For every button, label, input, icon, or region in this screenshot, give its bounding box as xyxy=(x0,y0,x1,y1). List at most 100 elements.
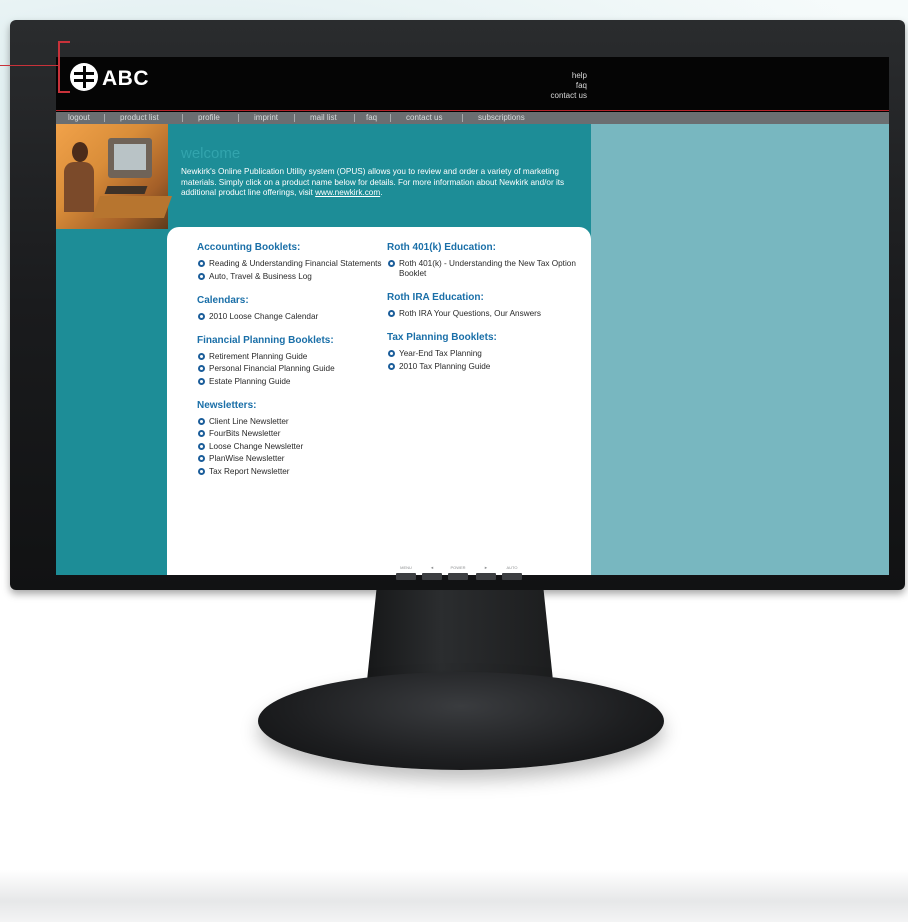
product-link[interactable]: Roth 401(k) - Understanding the New Tax … xyxy=(387,259,577,279)
monitor-button[interactable] xyxy=(502,573,522,580)
product-label[interactable]: Client Line Newsletter xyxy=(209,417,289,426)
bullet-arrow-icon xyxy=(198,417,205,425)
bullet-arrow-icon xyxy=(388,350,395,357)
monitor-auto-control[interactable]: AUTO xyxy=(501,565,523,580)
contact-us-link[interactable]: contact us xyxy=(551,91,587,101)
monitor-power-control[interactable]: POWER xyxy=(447,565,469,580)
header-divider xyxy=(56,110,889,111)
right-panel xyxy=(591,124,889,575)
bullet-arrow-icon xyxy=(388,260,395,267)
product-list: Roth 401(k) - Understanding the New Tax … xyxy=(387,259,577,279)
product-label[interactable]: Roth 401(k) - Understanding the New Tax … xyxy=(399,259,576,278)
product-link[interactable]: 2010 Loose Change Calendar xyxy=(197,312,387,322)
product-label[interactable]: 2010 Tax Planning Guide xyxy=(399,362,490,371)
product-label[interactable]: Personal Financial Planning Guide xyxy=(209,364,335,373)
product-link[interactable]: FourBits Newsletter xyxy=(197,429,387,439)
control-label: ► xyxy=(484,565,488,570)
catalog-right-column: Roth 401(k) Education: Roth 401(k) - Und… xyxy=(387,242,577,385)
control-label: ◄ xyxy=(430,565,434,570)
nav-subscriptions[interactable]: subscriptions xyxy=(478,112,525,124)
product-label[interactable]: Loose Change Newsletter xyxy=(209,442,303,451)
section-title: Roth IRA Education: xyxy=(387,292,484,303)
abc-logo-icon xyxy=(70,63,98,91)
site-header: ABC help faq contact us xyxy=(56,57,889,110)
section-title: Financial Planning Booklets: xyxy=(197,334,334,346)
nav-separator xyxy=(238,114,239,122)
bullet-arrow-icon xyxy=(198,377,205,385)
welcome-heading: welcome xyxy=(181,145,241,162)
product-list: Retirement Planning Guide Personal Finan… xyxy=(197,352,387,387)
help-link[interactable]: help xyxy=(551,71,587,81)
nav-faq[interactable]: faq xyxy=(366,112,377,124)
monitor-left-control[interactable]: ◄ xyxy=(421,565,443,580)
product-label[interactable]: PlanWise Newsletter xyxy=(209,454,285,463)
monitor-stand-base xyxy=(258,672,664,770)
monitor-right-control[interactable]: ► xyxy=(475,565,497,580)
bullet-arrow-icon xyxy=(198,260,205,267)
product-list: Reading & Understanding Financial Statem… xyxy=(197,259,387,282)
nav-mail-list[interactable]: mail list xyxy=(310,112,337,124)
control-label: AUTO xyxy=(506,565,518,570)
monitor-bezel: ABC help faq contact us logout product l… xyxy=(10,20,905,590)
bullet-arrow-icon xyxy=(198,272,205,280)
product-link[interactable]: PlanWise Newsletter xyxy=(197,454,387,464)
monitor-button[interactable] xyxy=(422,573,442,580)
welcome-intro: Newkirk's Online Publication Utility sys… xyxy=(181,167,581,199)
product-label[interactable]: Year-End Tax Planning xyxy=(399,349,482,358)
product-link[interactable]: Reading & Understanding Financial Statem… xyxy=(197,259,387,269)
main-nav: logout product list profile imprint mail… xyxy=(56,112,889,124)
bullet-arrow-icon xyxy=(198,365,205,372)
faq-link[interactable]: faq xyxy=(551,81,587,91)
section-title: Accounting Booklets: xyxy=(197,242,301,253)
bullet-arrow-icon xyxy=(198,352,205,360)
floor-reflection xyxy=(0,870,908,922)
product-label[interactable]: Estate Planning Guide xyxy=(209,377,290,386)
section-title: Newsletters: xyxy=(197,399,257,411)
nav-separator xyxy=(390,114,391,122)
nav-contact-us[interactable]: contact us xyxy=(406,112,442,124)
product-link[interactable]: Auto, Travel & Business Log xyxy=(197,272,387,282)
product-link[interactable]: Tax Report Newsletter xyxy=(197,467,387,477)
product-list: Roth IRA Your Questions, Our Answers xyxy=(387,309,577,319)
product-label[interactable]: Tax Report Newsletter xyxy=(209,467,290,476)
product-label[interactable]: 2010 Loose Change Calendar xyxy=(209,312,318,321)
control-label: MENU xyxy=(400,565,412,570)
section-title: Tax Planning Booklets: xyxy=(387,332,497,343)
product-label[interactable]: Roth IRA Your Questions, Our Answers xyxy=(399,309,541,318)
product-label[interactable]: Retirement Planning Guide xyxy=(209,352,307,361)
monitor-menu-control[interactable]: MENU xyxy=(395,565,417,580)
product-catalog-card: Accounting Booklets: Reading & Understan… xyxy=(167,227,591,575)
bullet-arrow-icon xyxy=(198,442,205,450)
monitor-button[interactable] xyxy=(396,573,416,580)
bullet-arrow-icon xyxy=(388,362,395,370)
product-label[interactable]: FourBits Newsletter xyxy=(209,429,280,438)
nav-separator xyxy=(462,114,463,122)
product-label[interactable]: Reading & Understanding Financial Statem… xyxy=(209,259,382,268)
nav-separator xyxy=(294,114,295,122)
nav-product-list[interactable]: product list xyxy=(120,112,159,124)
section-title: Roth 401(k) Education: xyxy=(387,242,496,253)
nav-imprint[interactable]: imprint xyxy=(254,112,278,124)
callout-bracket xyxy=(58,41,70,93)
product-link[interactable]: Retirement Planning Guide xyxy=(197,352,387,362)
nav-logout[interactable]: logout xyxy=(68,112,90,124)
nav-separator xyxy=(104,114,105,122)
product-link[interactable]: 2010 Tax Planning Guide xyxy=(387,362,577,372)
nav-separator xyxy=(182,114,183,122)
product-link[interactable]: Personal Financial Planning Guide xyxy=(197,364,387,374)
nav-separator xyxy=(354,114,355,122)
logo-text: ABC xyxy=(102,67,149,90)
bullet-arrow-icon xyxy=(388,310,395,317)
product-list: Year-End Tax Planning 2010 Tax Planning … xyxy=(387,349,577,372)
product-link[interactable]: Year-End Tax Planning xyxy=(387,349,577,359)
product-link[interactable]: Loose Change Newsletter xyxy=(197,442,387,452)
nav-profile[interactable]: profile xyxy=(198,112,220,124)
product-label[interactable]: Auto, Travel & Business Log xyxy=(209,272,312,281)
product-link[interactable]: Roth IRA Your Questions, Our Answers xyxy=(387,309,577,319)
newkirk-website-link[interactable]: www.newkirk.com xyxy=(315,188,380,197)
product-link[interactable]: Client Line Newsletter xyxy=(197,417,387,427)
monitor-button[interactable] xyxy=(476,573,496,580)
monitor-button[interactable] xyxy=(448,573,468,580)
bullet-arrow-icon xyxy=(198,467,205,475)
product-link[interactable]: Estate Planning Guide xyxy=(197,377,387,387)
